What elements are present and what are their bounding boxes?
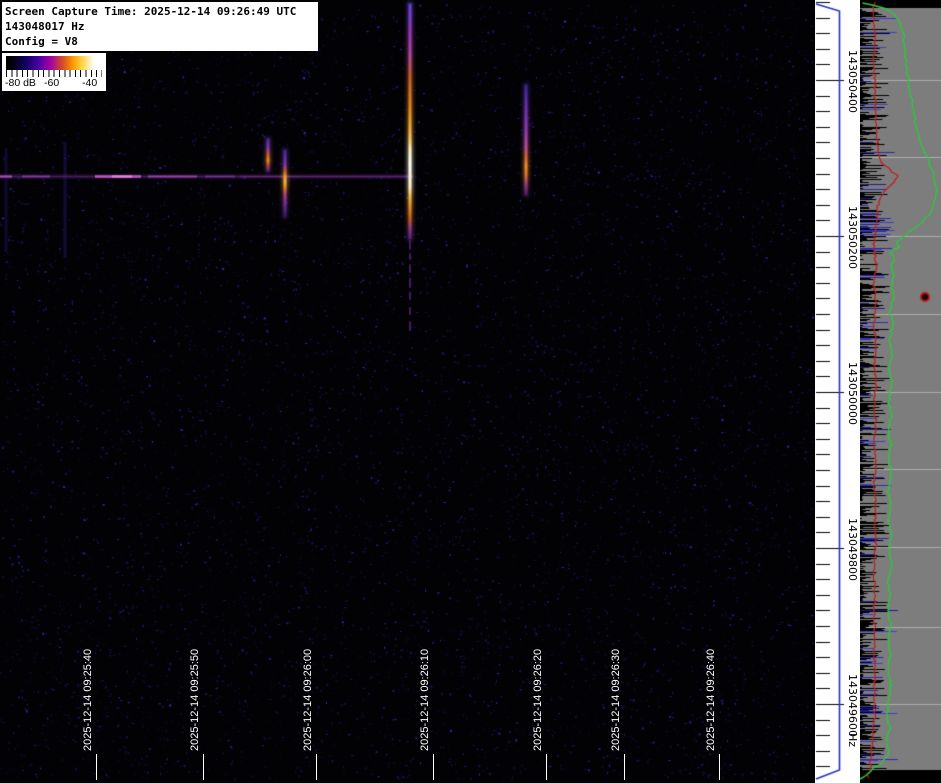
capture-time-text: Screen Capture Time: 2025-12-14 09:26:49… <box>5 5 297 18</box>
colorbar-ticks <box>6 70 102 77</box>
time-tick-mark <box>433 754 434 780</box>
time-tick-label: 2025-12-14 09:25:50 <box>189 648 201 751</box>
spectrogram-app-window: Screen Capture Time: 2025-12-14 09:26:49… <box>0 0 941 783</box>
intensity-colorbar: -80 dB -60 -40 <box>2 53 106 91</box>
capture-info-box: Screen Capture Time: 2025-12-14 09:26:49… <box>2 2 318 51</box>
frequency-tick-label: 143049600 <box>846 674 859 737</box>
frequency-tick-label: 143050400 <box>846 50 859 113</box>
time-tick-label: 2025-12-14 09:26:30 <box>610 648 622 751</box>
time-tick-mark <box>203 754 204 780</box>
frequency-tick-label: 143050000 <box>846 362 859 425</box>
time-tick-label: 2025-12-14 09:26:20 <box>532 648 544 751</box>
time-tick-mark <box>316 754 317 780</box>
colorbar-gradient <box>6 56 102 70</box>
live-spectrum-panel-canvas <box>860 0 941 783</box>
colorbar-label-min: -80 dB <box>5 77 36 89</box>
config-text: Config = V8 <box>5 35 78 48</box>
time-tick-label: 2025-12-14 09:25:40 <box>82 648 94 751</box>
colorbar-labels: -80 dB -60 -40 <box>2 77 106 90</box>
time-tick-mark <box>546 754 547 780</box>
colorbar-label-max: -40 <box>82 77 98 89</box>
time-tick-label: 2025-12-14 09:26:10 <box>419 648 431 751</box>
time-tick-mark <box>96 754 97 780</box>
colorbar-label-mid: -60 <box>44 77 60 89</box>
time-tick-mark <box>624 754 625 780</box>
frequency-tick-label: 143050200 <box>846 206 859 269</box>
time-tick-label: 2025-12-14 09:26:40 <box>705 648 717 751</box>
waterfall-spectrogram-canvas <box>0 0 815 783</box>
frequency-unit-label: Hz <box>846 733 859 748</box>
center-frequency-text: 143048017 Hz <box>5 20 85 33</box>
time-tick-mark <box>719 754 720 780</box>
frequency-tick-label: 143049800 <box>846 518 859 581</box>
time-tick-label: 2025-12-14 09:26:00 <box>302 648 314 751</box>
